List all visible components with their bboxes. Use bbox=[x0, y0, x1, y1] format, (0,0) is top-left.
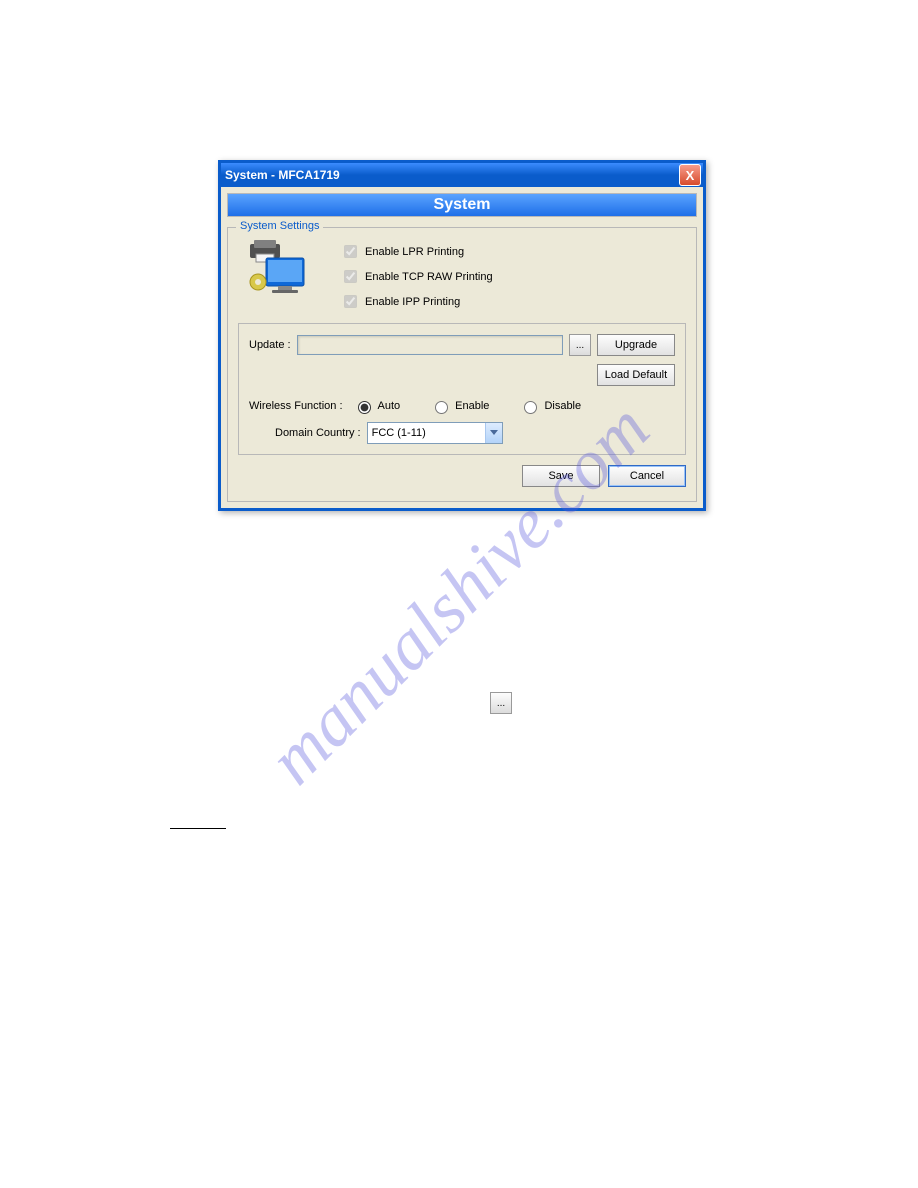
chevron-down-icon bbox=[485, 423, 502, 443]
radio-item-auto: Auto bbox=[353, 398, 401, 414]
update-path-input[interactable] bbox=[297, 335, 563, 355]
system-dialog: System - MFCA1719 X System System Settin… bbox=[218, 160, 706, 511]
window-title: System - MFCA1719 bbox=[225, 168, 340, 182]
domain-country-select[interactable]: FCC (1-11) bbox=[367, 422, 503, 444]
dialog-footer: Save Cancel bbox=[238, 465, 686, 491]
ellipsis-icon: ... bbox=[576, 340, 584, 351]
enable-lpr-checkbox[interactable] bbox=[344, 245, 357, 258]
browse-button[interactable]: ... bbox=[569, 334, 591, 356]
load-default-row: Load Default bbox=[249, 364, 675, 386]
domain-row: Domain Country : FCC (1-11) bbox=[249, 422, 675, 444]
dialog-body: System System Settings bbox=[221, 187, 703, 508]
wireless-disable-label: Disable bbox=[544, 400, 581, 412]
enable-lpr-label: Enable LPR Printing bbox=[365, 246, 464, 258]
enable-tcp-label: Enable TCP RAW Printing bbox=[365, 271, 493, 283]
printing-checks: Enable LPR Printing Enable TCP RAW Print… bbox=[340, 242, 493, 311]
check-row-tcp: Enable TCP RAW Printing bbox=[340, 267, 493, 286]
check-row-lpr: Enable LPR Printing bbox=[340, 242, 493, 261]
update-label: Update : bbox=[249, 339, 291, 351]
cancel-button[interactable]: Cancel bbox=[608, 465, 686, 487]
ellipsis-icon: ... bbox=[497, 698, 505, 709]
upgrade-button[interactable]: Upgrade bbox=[597, 334, 675, 356]
wireless-auto-label: Auto bbox=[378, 400, 401, 412]
groupbox-label: System Settings bbox=[236, 220, 323, 232]
section-banner: System bbox=[227, 193, 697, 217]
load-default-button[interactable]: Load Default bbox=[597, 364, 675, 386]
wireless-disable-radio[interactable] bbox=[524, 401, 537, 414]
wireless-enable-radio[interactable] bbox=[435, 401, 448, 414]
close-icon: X bbox=[686, 168, 695, 183]
underline-decoration bbox=[170, 828, 226, 829]
save-button[interactable]: Save bbox=[522, 465, 600, 487]
update-row: Update : ... Upgrade bbox=[249, 334, 675, 356]
wireless-enable-label: Enable bbox=[455, 400, 489, 412]
enable-tcp-checkbox[interactable] bbox=[344, 270, 357, 283]
wireless-auto-radio[interactable] bbox=[358, 401, 371, 414]
enable-ipp-checkbox[interactable] bbox=[344, 295, 357, 308]
radio-item-enable: Enable bbox=[430, 398, 489, 414]
wireless-radio-group: Auto Enable Disable bbox=[353, 398, 582, 414]
wireless-function-label: Wireless Function : bbox=[249, 400, 343, 412]
domain-country-label: Domain Country : bbox=[275, 427, 361, 439]
system-settings-group: System Settings bbox=[227, 227, 697, 502]
domain-country-value: FCC (1-11) bbox=[372, 427, 426, 439]
titlebar[interactable]: System - MFCA1719 X bbox=[221, 163, 703, 187]
check-row-ipp: Enable IPP Printing bbox=[340, 292, 493, 311]
top-row: Enable LPR Printing Enable TCP RAW Print… bbox=[238, 240, 686, 311]
standalone-browse-button[interactable]: ... bbox=[490, 692, 512, 714]
update-panel: Update : ... Upgrade Load Default Wirele… bbox=[238, 323, 686, 455]
printer-monitor-icon bbox=[246, 240, 310, 300]
radio-item-disable: Disable bbox=[519, 398, 581, 414]
enable-ipp-label: Enable IPP Printing bbox=[365, 296, 460, 308]
wireless-row: Wireless Function : Auto Enable Disab bbox=[249, 398, 675, 414]
close-button[interactable]: X bbox=[679, 164, 701, 186]
